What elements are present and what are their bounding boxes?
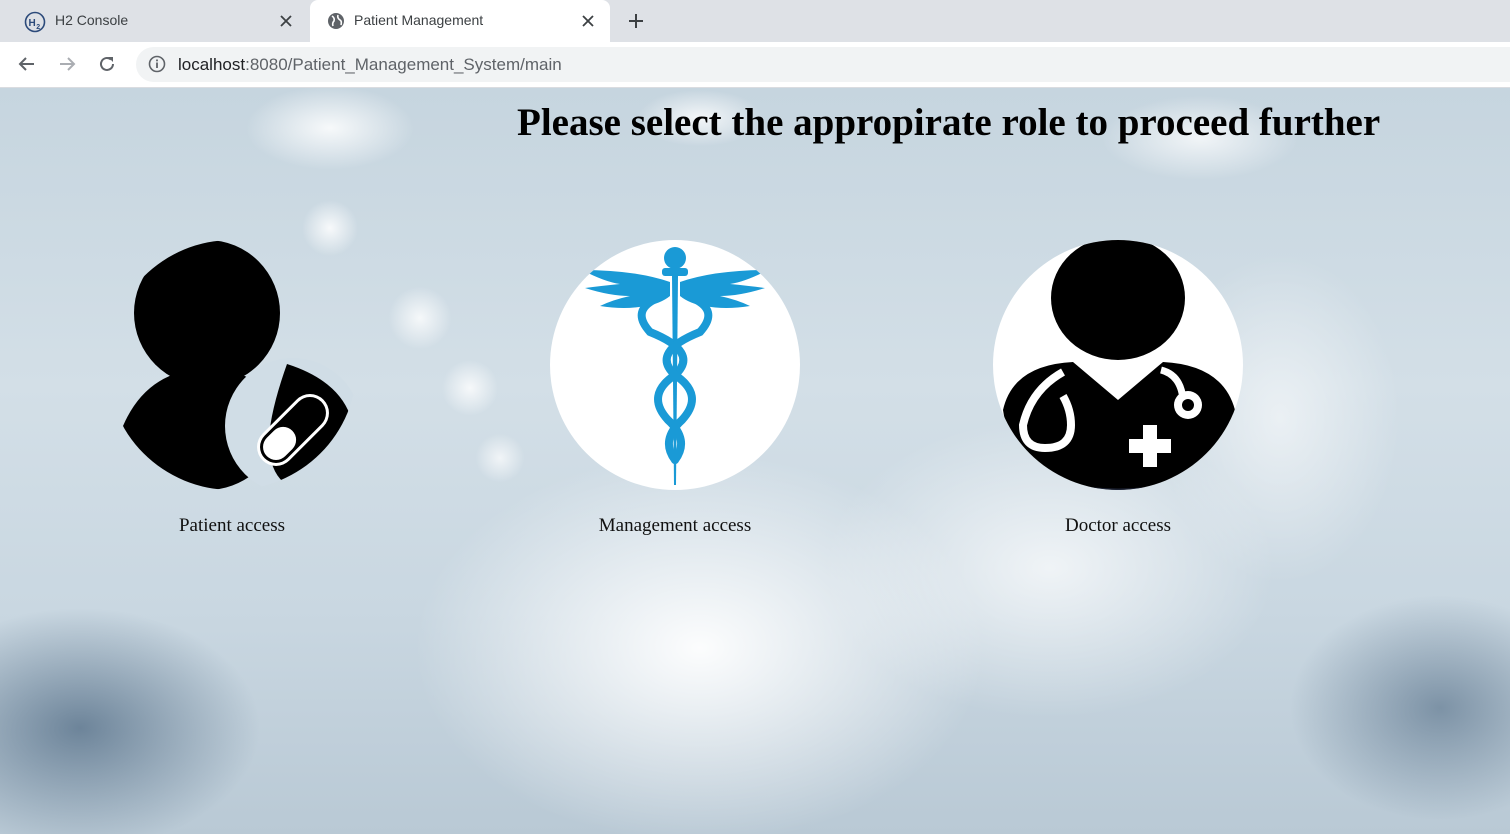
tab-h2-console[interactable]: H 2 H2 Console [0, 0, 308, 42]
reload-icon [100, 56, 114, 71]
close-icon[interactable] [578, 11, 598, 31]
url-host: localhost [178, 55, 246, 74]
svg-text:2: 2 [36, 24, 40, 31]
globe-icon [326, 11, 346, 31]
page-title: Please select the appropirate role to pr… [517, 101, 1381, 144]
tab-patient-management[interactable]: Patient Management [310, 0, 610, 42]
tab-title: H2 Console [55, 12, 129, 28]
reload-button[interactable] [95, 52, 119, 76]
back-button[interactable] [15, 52, 39, 76]
management-access-option[interactable]: Management access [550, 240, 800, 537]
close-icon[interactable] [276, 11, 296, 31]
new-tab-button[interactable] [624, 9, 648, 33]
forward-arrow-icon [60, 57, 76, 71]
doctor-access-option[interactable]: Doctor access [993, 240, 1243, 537]
svg-text:H: H [29, 18, 36, 29]
tab-title: Patient Management [354, 12, 484, 28]
browser-toolbar: localhost:8080/Patient_Management_System… [0, 42, 1510, 88]
info-icon[interactable] [148, 55, 168, 75]
page-content: Please select the appropirate role to pr… [0, 88, 1510, 834]
role-label[interactable]: Patient access [107, 515, 357, 537]
doctor-stethoscope-icon[interactable] [993, 240, 1243, 490]
h2-logo-icon: H 2 [24, 11, 46, 33]
patient-access-option[interactable]: Patient access [107, 240, 357, 537]
url-text: localhost:8080/Patient_Management_System… [178, 55, 562, 75]
role-label[interactable]: Doctor access [993, 515, 1243, 537]
patient-pill-icon[interactable] [107, 240, 357, 490]
tab-strip: H 2 H2 Console Patient Management [0, 0, 1510, 42]
forward-button[interactable] [55, 52, 79, 76]
url-path: :8080/Patient_Management_System/main [245, 55, 562, 74]
role-label[interactable]: Management access [550, 515, 800, 537]
plus-icon [629, 14, 643, 28]
caduceus-icon[interactable] [550, 240, 800, 490]
address-bar[interactable]: localhost:8080/Patient_Management_System… [136, 47, 1510, 82]
back-arrow-icon [18, 57, 34, 71]
